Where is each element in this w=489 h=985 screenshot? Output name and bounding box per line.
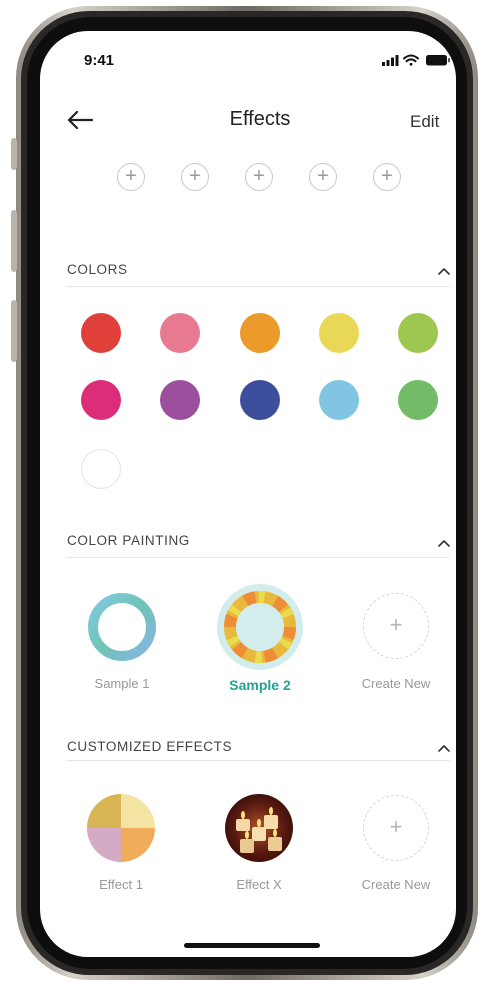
create-new-effect-label: Create New: [361, 877, 431, 892]
wifi-icon: [403, 54, 419, 66]
color-swatch[interactable]: [240, 380, 280, 420]
effect-slot-add[interactable]: +: [309, 163, 337, 191]
effect-slot-add[interactable]: +: [245, 163, 273, 191]
chevron-up-icon[interactable]: [437, 266, 451, 276]
create-new-painting-label: Create New: [361, 676, 431, 691]
chevron-up-icon[interactable]: [437, 743, 451, 753]
create-new-effect-button[interactable]: +: [363, 795, 429, 861]
color-painting-divider: [66, 557, 450, 558]
effect-1-label: Effect 1: [99, 877, 143, 892]
mute-switch: [11, 138, 17, 170]
sample-2-ring-icon[interactable]: [216, 583, 304, 671]
color-painting-section-title: COLOR PAINTING: [67, 533, 190, 548]
effect-slot-add[interactable]: +: [373, 163, 401, 191]
sample-2-label: Sample 2: [229, 677, 291, 693]
color-swatch[interactable]: [240, 313, 280, 353]
effect-slot-add[interactable]: +: [181, 163, 209, 191]
candles-photo-icon[interactable]: [224, 793, 294, 863]
color-swatch[interactable]: [319, 313, 359, 353]
color-swatch[interactable]: [398, 380, 438, 420]
color-swatch[interactable]: [81, 449, 121, 489]
status-icons: [382, 54, 450, 66]
customized-effects-divider: [66, 760, 450, 761]
volume-down-button: [11, 300, 17, 362]
effect-slot-add[interactable]: +: [117, 163, 145, 191]
effect-x-label: Effect X: [236, 877, 282, 892]
color-swatch[interactable]: [319, 380, 359, 420]
volume-up-button: [11, 210, 17, 272]
edit-button[interactable]: Edit: [410, 112, 439, 132]
colors-section-title: COLORS: [67, 262, 128, 277]
signal-icon: [382, 55, 399, 66]
home-indicator: [184, 943, 320, 948]
page-title: Effects: [229, 108, 291, 130]
customized-effects-section-title: CUSTOMIZED EFFECTS: [67, 739, 233, 754]
sample-1-label: Sample 1: [94, 676, 150, 691]
status-time: 9:41: [84, 52, 115, 69]
chevron-up-icon[interactable]: [437, 538, 451, 548]
quad-color-icon[interactable]: [86, 793, 156, 863]
color-swatch[interactable]: [398, 313, 438, 353]
colors-divider: [66, 286, 450, 287]
color-swatch[interactable]: [160, 313, 200, 353]
back-arrow-icon[interactable]: [66, 108, 94, 132]
sample-1-ring-icon[interactable]: [87, 592, 157, 662]
color-swatch[interactable]: [160, 380, 200, 420]
create-new-painting-button[interactable]: +: [363, 593, 429, 659]
battery-icon: [426, 55, 450, 66]
color-swatch[interactable]: [81, 313, 121, 353]
color-swatch[interactable]: [81, 380, 121, 420]
